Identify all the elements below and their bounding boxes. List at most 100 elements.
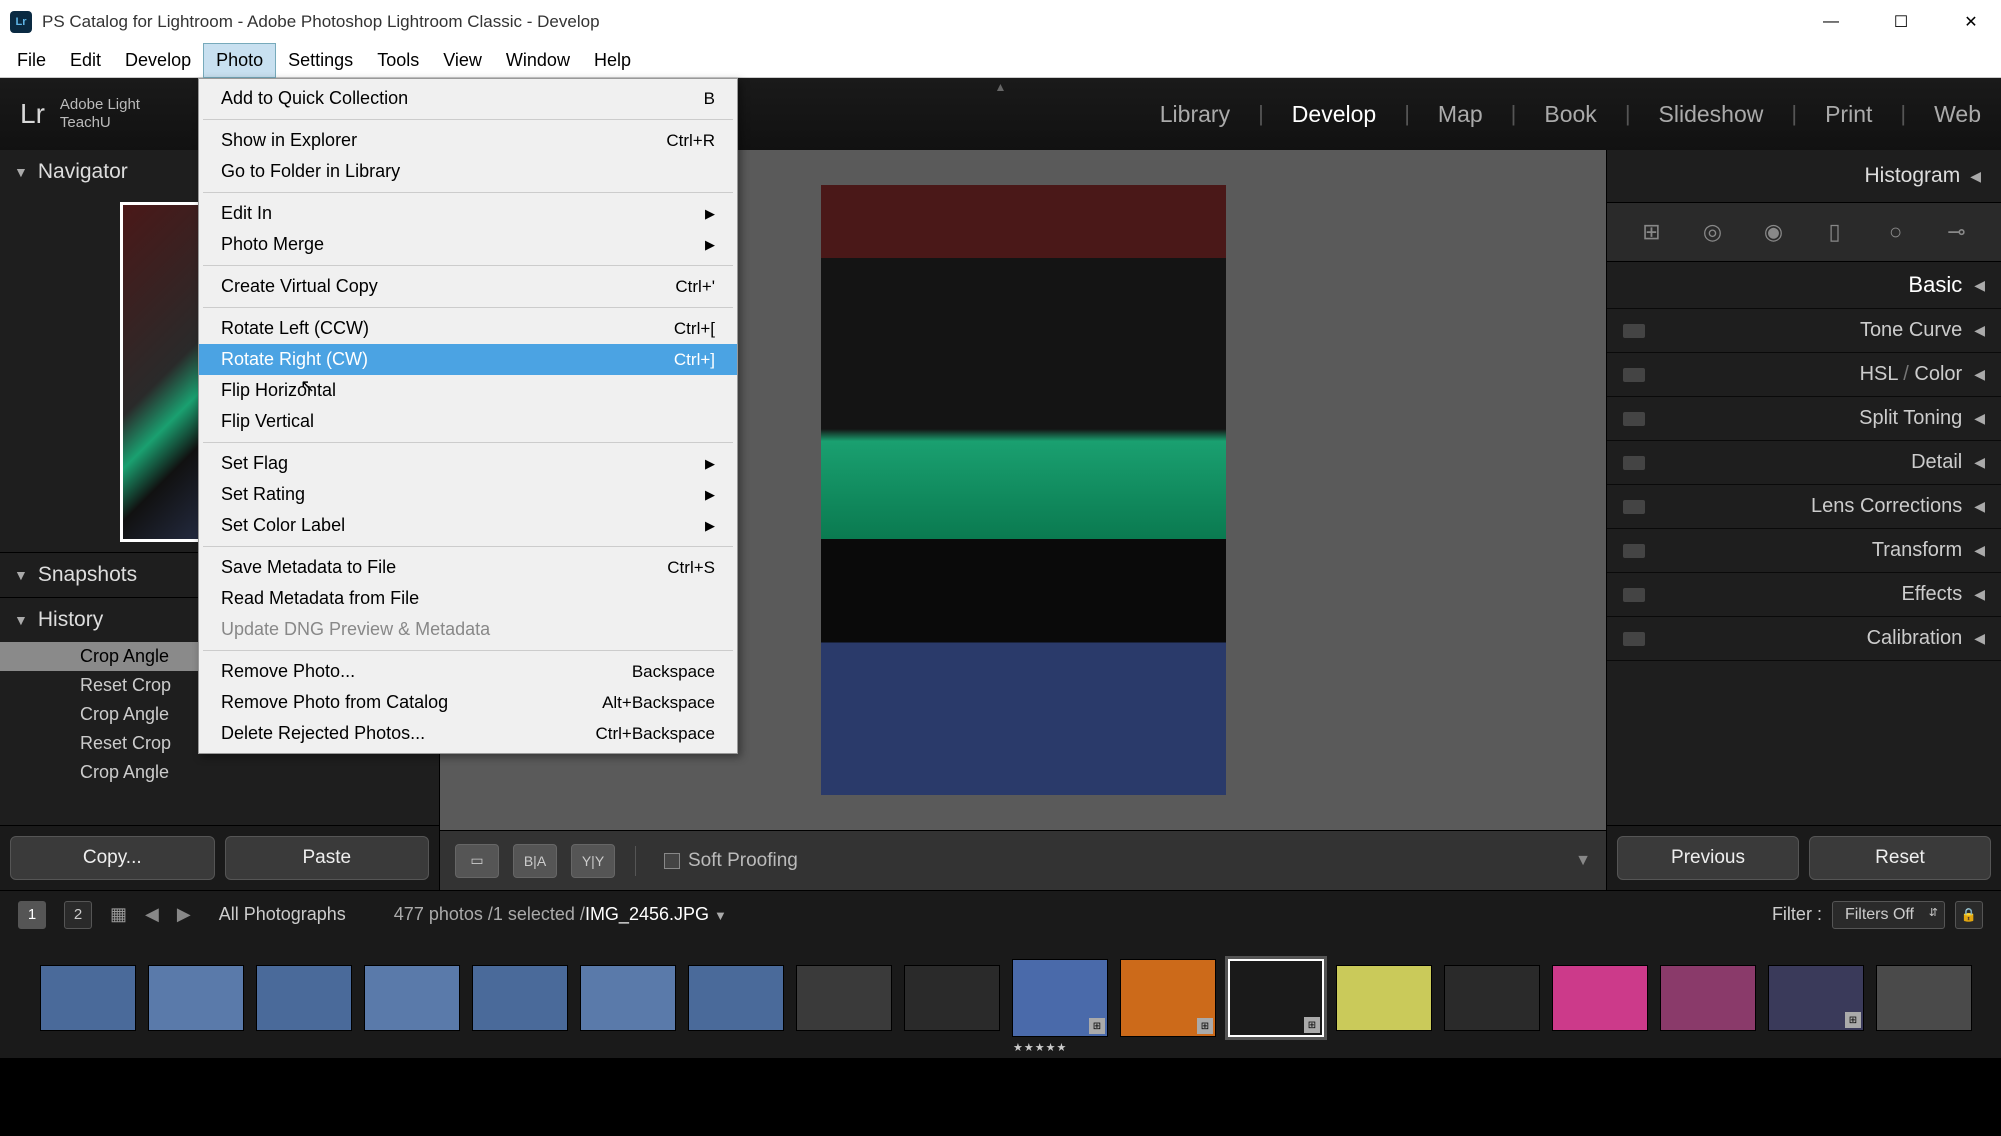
menu-settings[interactable]: Settings <box>276 44 365 77</box>
module-library[interactable]: Library <box>1160 101 1230 128</box>
spot-removal-tool-icon[interactable]: ◎ <box>1691 213 1735 251</box>
nav-forward-icon[interactable]: ▶ <box>177 904 191 925</box>
filmstrip-thumbnail[interactable] <box>256 965 352 1031</box>
menu-edit[interactable]: Edit <box>58 44 113 77</box>
panel-toggle-switch[interactable] <box>1623 368 1645 382</box>
module-develop[interactable]: Develop <box>1292 101 1376 128</box>
history-item[interactable]: Crop Angle <box>0 758 439 787</box>
toolbar-dropdown-icon[interactable]: ▼ <box>1575 852 1591 870</box>
filmstrip-thumbnail[interactable] <box>688 965 784 1031</box>
reset-button[interactable]: Reset <box>1809 836 1991 880</box>
filmstrip-thumbnail[interactable]: ⊞ <box>1120 959 1216 1037</box>
filmstrip-thumbnail[interactable]: ★★★★★⊞ <box>1012 959 1108 1037</box>
before-after-tb-button[interactable]: Y|Y <box>571 844 615 878</box>
second-window-tab[interactable]: 2 <box>64 901 92 929</box>
menu-item-create-virtual-copy[interactable]: Create Virtual CopyCtrl+' <box>199 271 737 302</box>
menu-item-delete-rejected-photos[interactable]: Delete Rejected Photos...Ctrl+Backspace <box>199 718 737 749</box>
filmstrip-thumbnail[interactable] <box>1336 965 1432 1031</box>
module-web[interactable]: Web <box>1934 101 1981 128</box>
filmstrip-thumbnail[interactable] <box>40 965 136 1031</box>
menu-item-rotate-right-cw[interactable]: Rotate Right (CW)Ctrl+] <box>199 344 737 375</box>
radial-filter-tool-icon[interactable]: ○ <box>1874 213 1918 251</box>
minimize-button[interactable]: — <box>1811 7 1851 37</box>
main-window-tab[interactable]: 1 <box>18 901 46 929</box>
filmstrip-thumbnail[interactable] <box>1552 965 1648 1031</box>
menu-file[interactable]: File <box>5 44 58 77</box>
panel-tone-curve[interactable]: Tone Curve◀ <box>1607 309 2001 353</box>
close-button[interactable]: ✕ <box>1951 7 1991 37</box>
menu-view[interactable]: View <box>431 44 494 77</box>
panel-split-toning[interactable]: Split Toning◀ <box>1607 397 2001 441</box>
chevron-down-icon[interactable]: ▼ <box>714 908 727 923</box>
filmstrip-thumbnail[interactable] <box>904 965 1000 1031</box>
graduated-filter-tool-icon[interactable]: ▯ <box>1813 213 1857 251</box>
filmstrip-thumbnail[interactable]: ⊞ <box>1228 959 1324 1037</box>
collection-name[interactable]: All Photographs <box>219 904 346 925</box>
module-book[interactable]: Book <box>1544 101 1596 128</box>
module-map[interactable]: Map <box>1438 101 1483 128</box>
paste-button[interactable]: Paste <box>225 836 430 880</box>
filmstrip-thumbnail[interactable] <box>796 965 892 1031</box>
menu-item-go-to-folder-in-library[interactable]: Go to Folder in Library <box>199 156 737 187</box>
crop-tool-icon[interactable]: ⊞ <box>1630 213 1674 251</box>
checkbox-icon[interactable] <box>664 853 680 869</box>
menu-tools[interactable]: Tools <box>365 44 431 77</box>
loupe-view-button[interactable]: ▭ <box>455 844 499 878</box>
filmstrip-thumbnail[interactable] <box>1444 965 1540 1031</box>
panel-toggle-switch[interactable] <box>1623 544 1645 558</box>
menu-item-save-metadata-to-file[interactable]: Save Metadata to FileCtrl+S <box>199 552 737 583</box>
filmstrip-thumbnail[interactable] <box>1876 965 1972 1031</box>
menu-item-flip-vertical[interactable]: Flip Vertical <box>199 406 737 437</box>
panel-detail[interactable]: Detail◀ <box>1607 441 2001 485</box>
panel-basic[interactable]: Basic◀ <box>1607 262 2001 309</box>
panel-toggle-switch[interactable] <box>1623 588 1645 602</box>
module-print[interactable]: Print <box>1825 101 1872 128</box>
panel-transform[interactable]: Transform◀ <box>1607 529 2001 573</box>
panel-effects[interactable]: Effects◀ <box>1607 573 2001 617</box>
module-slideshow[interactable]: Slideshow <box>1659 101 1764 128</box>
filmstrip-thumbnail[interactable]: ⊞ <box>1768 965 1864 1031</box>
panel-hsl-color[interactable]: HSL / Color◀ <box>1607 353 2001 397</box>
histogram-header[interactable]: Histogram ◀ <box>1607 150 2001 202</box>
menu-develop[interactable]: Develop <box>113 44 203 77</box>
filter-lock-icon[interactable]: 🔒 <box>1955 901 1983 929</box>
menu-item-rotate-left-ccw[interactable]: Rotate Left (CCW)Ctrl+[ <box>199 313 737 344</box>
panel-toggle-switch[interactable] <box>1623 632 1645 646</box>
collapse-header-icon[interactable]: ▲ <box>995 80 1007 94</box>
menu-item-photo-merge[interactable]: Photo Merge▶ <box>199 229 737 260</box>
maximize-button[interactable]: ☐ <box>1881 7 1921 37</box>
panel-toggle-switch[interactable] <box>1623 500 1645 514</box>
menu-item-remove-photo[interactable]: Remove Photo...Backspace <box>199 656 737 687</box>
menu-item-edit-in[interactable]: Edit In▶ <box>199 198 737 229</box>
before-after-lr-button[interactable]: B|A <box>513 844 557 878</box>
filmstrip[interactable]: ★★★★★⊞⊞⊞⊞ <box>0 938 2001 1058</box>
nav-back-icon[interactable]: ◀ <box>145 904 159 925</box>
panel-lens-corrections[interactable]: Lens Corrections◀ <box>1607 485 2001 529</box>
filmstrip-thumbnail[interactable] <box>148 965 244 1031</box>
panel-toggle-switch[interactable] <box>1623 456 1645 470</box>
menu-item-set-flag[interactable]: Set Flag▶ <box>199 448 737 479</box>
soft-proofing-toggle[interactable]: Soft Proofing <box>664 850 798 872</box>
panel-toggle-switch[interactable] <box>1623 324 1645 338</box>
grid-view-icon[interactable]: ▦ <box>110 904 127 925</box>
redeye-tool-icon[interactable]: ◉ <box>1752 213 1796 251</box>
adjustment-brush-tool-icon[interactable]: ⊸ <box>1935 213 1979 251</box>
menu-help[interactable]: Help <box>582 44 643 77</box>
panel-toggle-switch[interactable] <box>1623 412 1645 426</box>
filmstrip-thumbnail[interactable] <box>364 965 460 1031</box>
menu-item-read-metadata-from-file[interactable]: Read Metadata from File <box>199 583 737 614</box>
menu-item-add-to-quick-collection[interactable]: Add to Quick CollectionB <box>199 83 737 114</box>
menu-window[interactable]: Window <box>494 44 582 77</box>
menu-item-set-rating[interactable]: Set Rating▶ <box>199 479 737 510</box>
filter-dropdown[interactable]: Filters Off ⇵ <box>1832 901 1945 929</box>
menu-item-flip-horizontal[interactable]: Flip Horizontal <box>199 375 737 406</box>
menu-photo[interactable]: Photo <box>203 43 276 78</box>
menu-item-set-color-label[interactable]: Set Color Label▶ <box>199 510 737 541</box>
menu-item-show-in-explorer[interactable]: Show in ExplorerCtrl+R <box>199 125 737 156</box>
previous-button[interactable]: Previous <box>1617 836 1799 880</box>
filmstrip-thumbnail[interactable] <box>580 965 676 1031</box>
panel-calibration[interactable]: Calibration◀ <box>1607 617 2001 661</box>
filmstrip-thumbnail[interactable] <box>472 965 568 1031</box>
copy-button[interactable]: Copy... <box>10 836 215 880</box>
filmstrip-thumbnail[interactable] <box>1660 965 1756 1031</box>
